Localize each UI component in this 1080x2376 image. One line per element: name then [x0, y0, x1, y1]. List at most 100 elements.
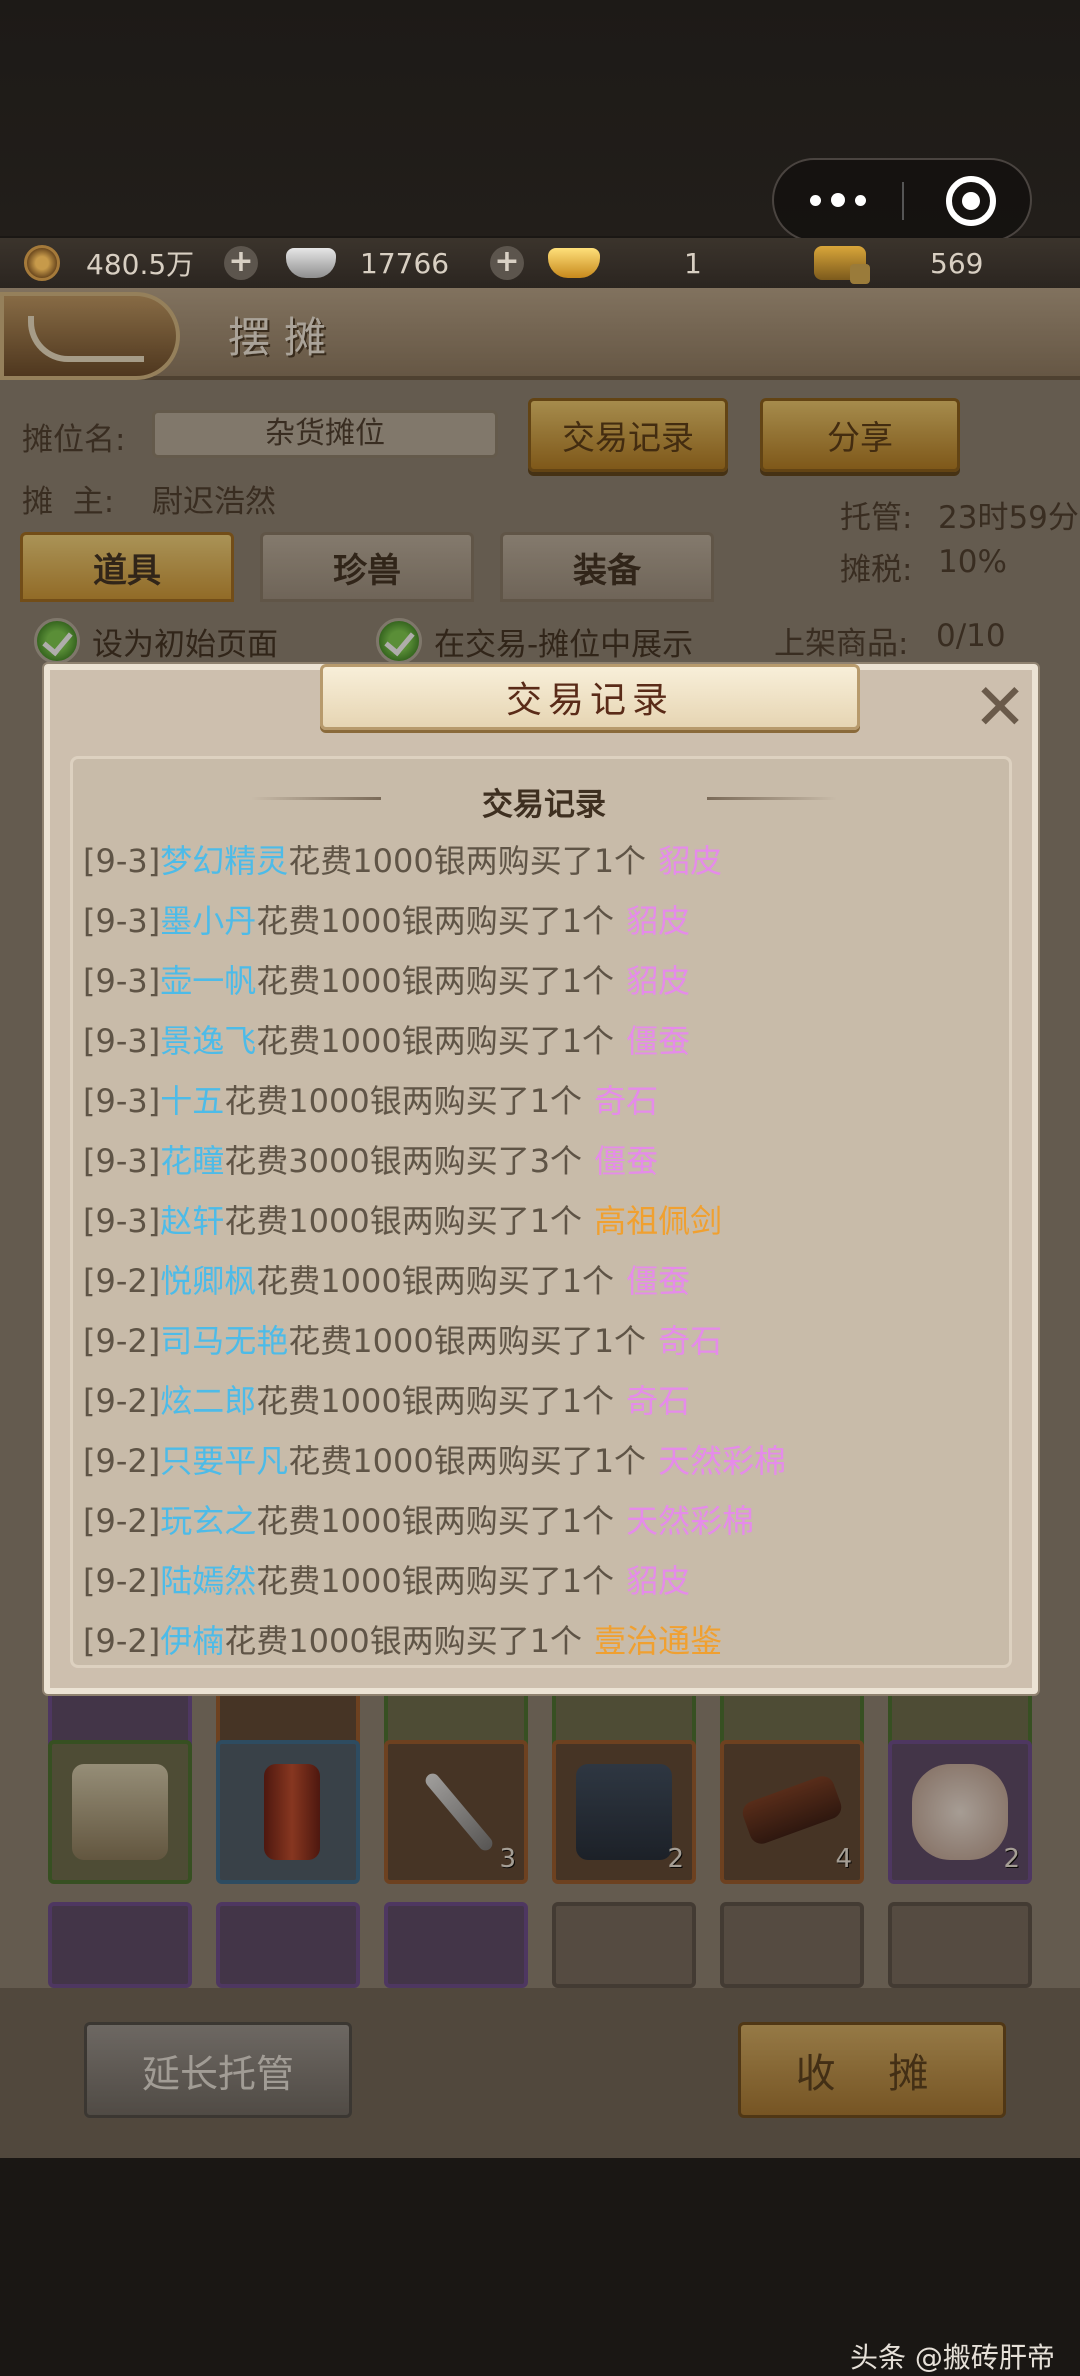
watermark: 头条 @搬砖肝帝 [850, 2341, 1055, 2374]
item-slot[interactable] [384, 1902, 528, 1988]
record-text: 花费1000银两购买了1个 [256, 902, 615, 940]
item-slot-sword[interactable]: 3 [384, 1740, 528, 1884]
bottom-bar: 延长托管 收 摊 [0, 1988, 1080, 2158]
stall-name-field[interactable]: 杂货摊位 [152, 410, 498, 458]
silver-ingot-icon [286, 248, 336, 278]
trade-record-row: [9-3]景逸飞花费1000银两购买了1个 僵蚕 [83, 1011, 1003, 1071]
share-button[interactable]: 分享 [760, 398, 960, 472]
gold-amount: 1 [684, 246, 702, 280]
item-slot[interactable] [216, 1902, 360, 1988]
record-date: [9-2] [83, 1382, 161, 1420]
trade-record-row: [9-2]司马无艳花费1000银两购买了1个 奇石 [83, 1311, 1003, 1371]
bound-gold-resource: 569 [814, 238, 983, 288]
empty-slot[interactable] [552, 1902, 696, 1988]
record-buyer: 花瞳 [160, 1142, 225, 1180]
record-text: 花费1000银两购买了1个 [256, 1262, 615, 1300]
dialog-title: 交易记录 [320, 664, 860, 730]
book-icon [72, 1764, 168, 1860]
record-buyer: 十五 [160, 1082, 225, 1120]
trade-record-row: [9-2]伊楠花费1000银两购买了1个 壹治通鉴 [83, 1611, 1003, 1671]
close-miniprogram-icon[interactable] [946, 176, 996, 226]
item-slot-book[interactable] [48, 1740, 192, 1884]
record-date: [9-3] [83, 962, 161, 1000]
silver-amount: 17766 [360, 246, 450, 280]
record-text: 花费1000银两购买了1个 [288, 842, 647, 880]
record-item: 高祖佩剑 [594, 1202, 723, 1240]
record-text: 花费3000银两购买了3个 [224, 1142, 583, 1180]
resource-bar: 480.5万 + 17766 + 1 569 [0, 238, 1080, 288]
empty-slot[interactable] [720, 1902, 864, 1988]
record-date: [9-3] [83, 1082, 161, 1120]
tab-items[interactable]: 道具 [20, 532, 234, 602]
record-buyer: 只要平凡 [160, 1442, 289, 1480]
extend-hosting-button[interactable]: 延长托管 [84, 2022, 352, 2118]
trade-record-row: [9-3]花瞳花费3000银两购买了3个 僵蚕 [83, 1131, 1003, 1191]
close-stall-button[interactable]: 收 摊 [738, 2022, 1006, 2118]
trade-record-row: [9-2]悦卿枫花费1000银两购买了1个 僵蚕 [83, 1251, 1003, 1311]
item-slot-scroll[interactable] [216, 1740, 360, 1884]
panel-title: 交易记录 [482, 787, 606, 823]
trade-record-row: [9-3]梦幻精灵花费1000银两购买了1个 貂皮 [83, 831, 1003, 891]
copper-resource: 480.5万 [24, 238, 194, 288]
more-icon[interactable] [774, 160, 902, 240]
record-date: [9-2] [83, 1562, 161, 1600]
show-in-trade-option[interactable]: 在交易-摊位中展示 [376, 618, 693, 664]
item-slot-guqin[interactable]: 4 [720, 1740, 864, 1884]
trade-record-dialog: 交易记录 ✕ 交易记录 [9-3]梦幻精灵花费1000银两购买了1个 貂皮 [9-3… [44, 664, 1038, 1694]
trade-record-row: [9-3]赵轩花费1000银两购买了1个 高祖佩剑 [83, 1191, 1003, 1251]
record-item: 天然彩棉 [626, 1502, 755, 1540]
record-text: 花费1000银两购买了1个 [224, 1082, 583, 1120]
record-date: [9-3] [83, 902, 161, 940]
record-buyer: 玩玄之 [160, 1502, 257, 1540]
gold-ingot-icon [548, 248, 600, 278]
record-date: [9-2] [83, 1502, 161, 1540]
record-date: [9-2] [83, 1262, 161, 1300]
record-buyer: 赵轩 [160, 1202, 225, 1240]
trade-record-list[interactable]: [9-3]梦幻精灵花费1000银两购买了1个 貂皮 [9-3]墨小丹花费1000银两… [83, 831, 1003, 1671]
record-date: [9-3] [83, 1022, 161, 1060]
close-icon[interactable]: ✕ [970, 676, 1030, 740]
record-item: 貂皮 [626, 902, 691, 940]
record-buyer: 梦幻精灵 [160, 842, 289, 880]
item-slot[interactable] [48, 1902, 192, 1988]
record-item: 僵蚕 [626, 1262, 691, 1300]
tab-equipment[interactable]: 装备 [500, 532, 714, 602]
record-buyer: 伊楠 [160, 1622, 225, 1660]
checkmark-icon[interactable] [376, 618, 422, 664]
record-text: 花费1000银两购买了1个 [288, 1442, 647, 1480]
hosting-time: 23时59分 [938, 500, 1079, 536]
item-slot-manual[interactable]: 2 [552, 1740, 696, 1884]
capsule-divider [902, 182, 904, 220]
back-button[interactable] [0, 292, 180, 380]
record-item: 貂皮 [626, 962, 691, 1000]
record-buyer: 陆嫣然 [160, 1562, 257, 1600]
page-title: 摆摊 [228, 313, 341, 362]
hosting-label: 托管: [840, 500, 913, 536]
add-copper-button[interactable]: + [224, 246, 258, 280]
copper-coin-icon [24, 245, 60, 281]
record-text: 花费1000银两购买了1个 [256, 1022, 615, 1060]
record-buyer: 墨小丹 [160, 902, 257, 940]
listed-label: 上架商品: [774, 626, 909, 662]
record-item: 天然彩棉 [658, 1442, 787, 1480]
trade-record-row: [9-3]十五花费1000银两购买了1个 奇石 [83, 1071, 1003, 1131]
scroll-icon [264, 1764, 320, 1860]
divider-ornament [707, 797, 837, 800]
trade-record-button[interactable]: 交易记录 [528, 398, 728, 472]
tab-pets[interactable]: 珍兽 [260, 532, 474, 602]
listed-count: 0/10 [936, 618, 1006, 654]
empty-slot[interactable] [888, 1902, 1032, 1988]
tax-rate: 10% [938, 544, 1007, 580]
record-item: 貂皮 [658, 842, 723, 880]
sword-icon [422, 1770, 496, 1854]
initial-page-label: 设为初始页面 [92, 626, 278, 663]
record-item: 奇石 [594, 1082, 659, 1120]
item-slot-stone[interactable]: 2 [888, 1740, 1032, 1884]
checkmark-icon[interactable] [34, 618, 80, 664]
record-buyer: 炫二郎 [160, 1382, 257, 1420]
record-item: 奇石 [626, 1382, 691, 1420]
add-silver-button[interactable]: + [490, 246, 524, 280]
record-item: 壹治通鉴 [594, 1622, 723, 1660]
record-date: [9-2] [83, 1322, 161, 1360]
initial-page-option[interactable]: 设为初始页面 [34, 618, 278, 664]
